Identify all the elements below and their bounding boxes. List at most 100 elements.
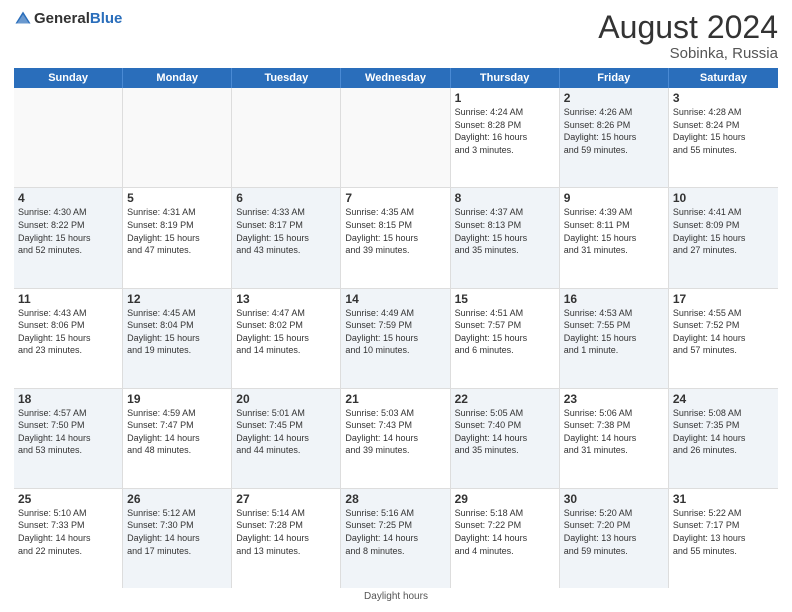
day-number: 1 (455, 91, 555, 105)
day-number: 2 (564, 91, 664, 105)
day-number: 5 (127, 191, 227, 205)
calendar-week-1: 1Sunrise: 4:24 AM Sunset: 8:28 PM Daylig… (14, 88, 778, 188)
day-info: Sunrise: 4:49 AM Sunset: 7:59 PM Dayligh… (345, 307, 445, 357)
day-info: Sunrise: 5:22 AM Sunset: 7:17 PM Dayligh… (673, 507, 774, 557)
day-number: 23 (564, 392, 664, 406)
day-info: Sunrise: 4:45 AM Sunset: 8:04 PM Dayligh… (127, 307, 227, 357)
calendar-cell: 22Sunrise: 5:05 AM Sunset: 7:40 PM Dayli… (451, 389, 560, 488)
calendar-week-3: 11Sunrise: 4:43 AM Sunset: 8:06 PM Dayli… (14, 289, 778, 389)
day-number: 21 (345, 392, 445, 406)
day-info: Sunrise: 5:18 AM Sunset: 7:22 PM Dayligh… (455, 507, 555, 557)
main-title: August 2024 (598, 10, 778, 45)
calendar-cell: 16Sunrise: 4:53 AM Sunset: 7:55 PM Dayli… (560, 289, 669, 388)
day-number: 12 (127, 292, 227, 306)
day-info: Sunrise: 4:57 AM Sunset: 7:50 PM Dayligh… (18, 407, 118, 457)
day-info: Sunrise: 4:39 AM Sunset: 8:11 PM Dayligh… (564, 206, 664, 256)
day-number: 10 (673, 191, 774, 205)
logo-blue: Blue (90, 10, 123, 27)
calendar-cell: 3Sunrise: 4:28 AM Sunset: 8:24 PM Daylig… (669, 88, 778, 187)
day-info: Sunrise: 4:31 AM Sunset: 8:19 PM Dayligh… (127, 206, 227, 256)
day-info: Sunrise: 4:30 AM Sunset: 8:22 PM Dayligh… (18, 206, 118, 256)
calendar-week-5: 25Sunrise: 5:10 AM Sunset: 7:33 PM Dayli… (14, 489, 778, 588)
calendar-cell: 27Sunrise: 5:14 AM Sunset: 7:28 PM Dayli… (232, 489, 341, 588)
calendar-cell: 10Sunrise: 4:41 AM Sunset: 8:09 PM Dayli… (669, 188, 778, 287)
logo-icon (14, 10, 32, 28)
header: GeneralBlue August 2024 Sobinka, Russia (14, 10, 778, 62)
day-number: 28 (345, 492, 445, 506)
calendar-cell: 30Sunrise: 5:20 AM Sunset: 7:20 PM Dayli… (560, 489, 669, 588)
calendar-header-monday: Monday (123, 68, 232, 88)
day-info: Sunrise: 5:20 AM Sunset: 7:20 PM Dayligh… (564, 507, 664, 557)
calendar-cell: 2Sunrise: 4:26 AM Sunset: 8:26 PM Daylig… (560, 88, 669, 187)
day-number: 15 (455, 292, 555, 306)
calendar-cell: 13Sunrise: 4:47 AM Sunset: 8:02 PM Dayli… (232, 289, 341, 388)
calendar-header-friday: Friday (560, 68, 669, 88)
title-block: August 2024 Sobinka, Russia (598, 10, 778, 62)
day-number: 27 (236, 492, 336, 506)
calendar-cell (232, 88, 341, 187)
calendar-cell: 21Sunrise: 5:03 AM Sunset: 7:43 PM Dayli… (341, 389, 450, 488)
calendar-cell: 24Sunrise: 5:08 AM Sunset: 7:35 PM Dayli… (669, 389, 778, 488)
day-info: Sunrise: 4:53 AM Sunset: 7:55 PM Dayligh… (564, 307, 664, 357)
day-info: Sunrise: 4:41 AM Sunset: 8:09 PM Dayligh… (673, 206, 774, 256)
day-info: Sunrise: 5:08 AM Sunset: 7:35 PM Dayligh… (673, 407, 774, 457)
day-info: Sunrise: 4:26 AM Sunset: 8:26 PM Dayligh… (564, 106, 664, 156)
calendar-header-sunday: Sunday (14, 68, 123, 88)
footer-note: Daylight hours (14, 591, 778, 602)
day-number: 14 (345, 292, 445, 306)
day-info: Sunrise: 5:12 AM Sunset: 7:30 PM Dayligh… (127, 507, 227, 557)
day-number: 11 (18, 292, 118, 306)
day-info: Sunrise: 5:05 AM Sunset: 7:40 PM Dayligh… (455, 407, 555, 457)
day-number: 29 (455, 492, 555, 506)
calendar-cell: 19Sunrise: 4:59 AM Sunset: 7:47 PM Dayli… (123, 389, 232, 488)
calendar: SundayMondayTuesdayWednesdayThursdayFrid… (14, 68, 778, 588)
calendar-header-thursday: Thursday (451, 68, 560, 88)
day-info: Sunrise: 4:55 AM Sunset: 7:52 PM Dayligh… (673, 307, 774, 357)
calendar-week-4: 18Sunrise: 4:57 AM Sunset: 7:50 PM Dayli… (14, 389, 778, 489)
calendar-cell: 26Sunrise: 5:12 AM Sunset: 7:30 PM Dayli… (123, 489, 232, 588)
calendar-header-saturday: Saturday (669, 68, 778, 88)
calendar-cell: 28Sunrise: 5:16 AM Sunset: 7:25 PM Dayli… (341, 489, 450, 588)
calendar-cell: 9Sunrise: 4:39 AM Sunset: 8:11 PM Daylig… (560, 188, 669, 287)
calendar-cell: 29Sunrise: 5:18 AM Sunset: 7:22 PM Dayli… (451, 489, 560, 588)
day-number: 16 (564, 292, 664, 306)
day-info: Sunrise: 4:51 AM Sunset: 7:57 PM Dayligh… (455, 307, 555, 357)
day-number: 3 (673, 91, 774, 105)
day-info: Sunrise: 5:16 AM Sunset: 7:25 PM Dayligh… (345, 507, 445, 557)
calendar-cell: 14Sunrise: 4:49 AM Sunset: 7:59 PM Dayli… (341, 289, 450, 388)
calendar-cell: 7Sunrise: 4:35 AM Sunset: 8:15 PM Daylig… (341, 188, 450, 287)
logo-general: General (34, 10, 90, 27)
day-number: 13 (236, 292, 336, 306)
calendar-cell: 17Sunrise: 4:55 AM Sunset: 7:52 PM Dayli… (669, 289, 778, 388)
day-info: Sunrise: 4:37 AM Sunset: 8:13 PM Dayligh… (455, 206, 555, 256)
day-number: 8 (455, 191, 555, 205)
calendar-header-tuesday: Tuesday (232, 68, 341, 88)
day-info: Sunrise: 5:14 AM Sunset: 7:28 PM Dayligh… (236, 507, 336, 557)
calendar-cell: 20Sunrise: 5:01 AM Sunset: 7:45 PM Dayli… (232, 389, 341, 488)
calendar-cell (341, 88, 450, 187)
day-number: 17 (673, 292, 774, 306)
calendar-cell: 15Sunrise: 4:51 AM Sunset: 7:57 PM Dayli… (451, 289, 560, 388)
calendar-body: 1Sunrise: 4:24 AM Sunset: 8:28 PM Daylig… (14, 88, 778, 588)
day-number: 26 (127, 492, 227, 506)
day-info: Sunrise: 4:28 AM Sunset: 8:24 PM Dayligh… (673, 106, 774, 156)
calendar-cell: 5Sunrise: 4:31 AM Sunset: 8:19 PM Daylig… (123, 188, 232, 287)
day-number: 4 (18, 191, 118, 205)
calendar-cell: 25Sunrise: 5:10 AM Sunset: 7:33 PM Dayli… (14, 489, 123, 588)
calendar-cell: 23Sunrise: 5:06 AM Sunset: 7:38 PM Dayli… (560, 389, 669, 488)
page: GeneralBlue August 2024 Sobinka, Russia … (0, 0, 792, 612)
day-info: Sunrise: 5:01 AM Sunset: 7:45 PM Dayligh… (236, 407, 336, 457)
calendar-cell: 4Sunrise: 4:30 AM Sunset: 8:22 PM Daylig… (14, 188, 123, 287)
day-info: Sunrise: 5:03 AM Sunset: 7:43 PM Dayligh… (345, 407, 445, 457)
day-info: Sunrise: 4:24 AM Sunset: 8:28 PM Dayligh… (455, 106, 555, 156)
day-info: Sunrise: 5:06 AM Sunset: 7:38 PM Dayligh… (564, 407, 664, 457)
calendar-header-wednesday: Wednesday (341, 68, 450, 88)
day-number: 7 (345, 191, 445, 205)
calendar-cell (14, 88, 123, 187)
day-number: 18 (18, 392, 118, 406)
calendar-header-row: SundayMondayTuesdayWednesdayThursdayFrid… (14, 68, 778, 88)
calendar-cell (123, 88, 232, 187)
day-info: Sunrise: 4:33 AM Sunset: 8:17 PM Dayligh… (236, 206, 336, 256)
calendar-cell: 11Sunrise: 4:43 AM Sunset: 8:06 PM Dayli… (14, 289, 123, 388)
day-info: Sunrise: 4:35 AM Sunset: 8:15 PM Dayligh… (345, 206, 445, 256)
